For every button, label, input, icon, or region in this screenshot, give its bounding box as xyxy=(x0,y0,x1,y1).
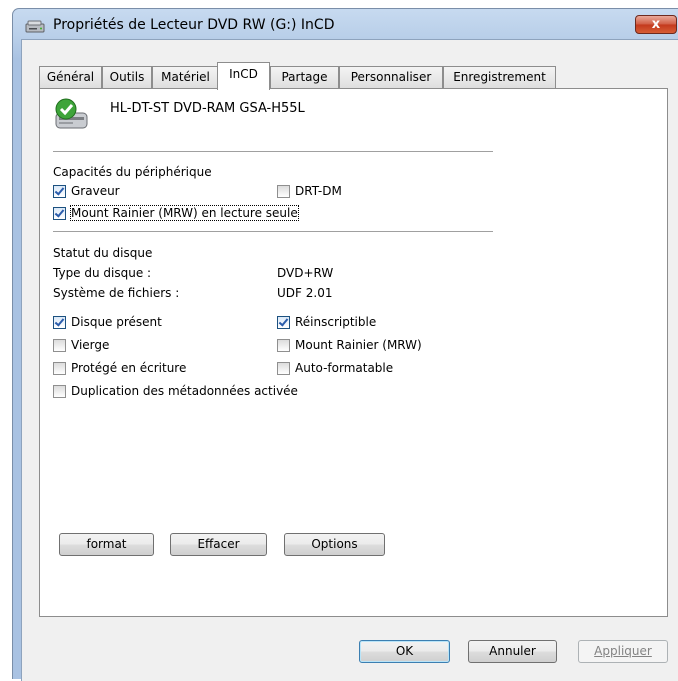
incd-tab-panel: HL-DT-ST DVD-RAM GSA-H55L Capacités du p… xyxy=(39,88,668,617)
checkbox-vierge[interactable]: Vierge xyxy=(53,338,109,354)
apply-button[interactable]: Appliquer xyxy=(578,640,668,663)
checkbox-duplication-metadonnees[interactable]: Duplication des métadonnées activée xyxy=(53,384,298,400)
checkbox-auto-formatable[interactable]: Auto-formatable xyxy=(277,361,393,377)
close-button[interactable]: x xyxy=(635,15,677,34)
checkbox-checked-icon xyxy=(53,316,66,329)
tab-personnaliser[interactable]: Personnaliser xyxy=(339,66,443,88)
format-button[interactable]: format xyxy=(59,533,154,556)
checkbox-unchecked-icon xyxy=(53,385,66,398)
checkbox-unchecked-icon xyxy=(277,339,290,352)
tab-outils[interactable]: Outils xyxy=(102,66,152,88)
checkbox-label: Auto-formatable xyxy=(295,361,394,375)
options-button[interactable]: Options xyxy=(284,533,385,556)
apply-button-label: Appliquer xyxy=(594,644,652,658)
checkbox-graveur[interactable]: Graveur xyxy=(53,184,120,200)
checkbox-unchecked-icon xyxy=(277,185,290,198)
capabilities-heading: Capacités du périphérique xyxy=(53,165,212,179)
checkbox-label: Mount Rainier (MRW) xyxy=(295,338,422,352)
checkbox-mount-rainier-readonly[interactable]: Mount Rainier (MRW) en lecture seule xyxy=(53,205,299,222)
tab-general[interactable]: Général xyxy=(39,66,102,88)
tab-incd[interactable]: InCD xyxy=(217,62,270,90)
title-bar[interactable]: Propriétés de Lecteur DVD RW (G:) InCD x xyxy=(13,9,678,41)
checkbox-disque-present[interactable]: Disque présent xyxy=(53,315,162,331)
device-name: HL-DT-ST DVD-RAM GSA-H55L xyxy=(110,101,305,116)
cancel-button[interactable]: Annuler xyxy=(468,640,557,663)
checkbox-unchecked-icon xyxy=(53,362,66,375)
filesystem-value: UDF 2.01 xyxy=(277,286,333,300)
checkbox-protege-ecriture[interactable]: Protégé en écriture xyxy=(53,361,186,377)
tab-strip: Général Outils Matériel InCD Partage Per… xyxy=(39,62,639,90)
checkbox-label: Graveur xyxy=(71,184,120,198)
tab-enregistrement[interactable]: Enregistrement xyxy=(443,66,556,88)
dialog-body: Général Outils Matériel InCD Partage Per… xyxy=(21,39,678,681)
checkbox-unchecked-icon xyxy=(277,362,290,375)
dvd-drive-icon xyxy=(25,20,45,33)
window-title: Propriétés de Lecteur DVD RW (G:) InCD xyxy=(53,17,335,33)
erase-button[interactable]: Effacer xyxy=(170,533,267,556)
checkbox-label: Protégé en écriture xyxy=(71,361,187,375)
tab-materiel[interactable]: Matériel xyxy=(152,66,219,88)
checkbox-mount-rainier[interactable]: Mount Rainier (MRW) xyxy=(277,338,422,354)
checkbox-label: Duplication des métadonnées activée xyxy=(71,384,298,398)
checkbox-checked-icon xyxy=(277,316,290,329)
checkbox-unchecked-icon xyxy=(53,339,66,352)
checkbox-checked-icon xyxy=(53,185,66,198)
checkbox-label: Vierge xyxy=(71,338,110,352)
checkbox-reinscriptible[interactable]: Réinscriptible xyxy=(277,315,376,331)
optical-drive-ok-icon xyxy=(55,98,88,129)
disc-type-label: Type du disque : xyxy=(53,266,152,280)
disc-status-heading: Statut du disque xyxy=(53,246,153,260)
checkbox-label: Mount Rainier (MRW) en lecture seule xyxy=(70,205,299,221)
properties-window: Propriétés de Lecteur DVD RW (G:) InCD x… xyxy=(12,8,678,681)
separator xyxy=(53,151,493,152)
checkbox-label: Disque présent xyxy=(71,315,162,329)
checkbox-label: Réinscriptible xyxy=(295,315,377,329)
ok-button[interactable]: OK xyxy=(359,640,450,663)
disc-type-value: DVD+RW xyxy=(277,266,334,280)
filesystem-label: Système de fichiers : xyxy=(53,286,180,300)
checkbox-checked-icon xyxy=(53,207,66,220)
separator xyxy=(53,231,493,232)
checkbox-drt-dm[interactable]: DRT-DM xyxy=(277,184,342,200)
checkbox-label: DRT-DM xyxy=(295,184,342,198)
tab-partage[interactable]: Partage xyxy=(270,66,339,88)
